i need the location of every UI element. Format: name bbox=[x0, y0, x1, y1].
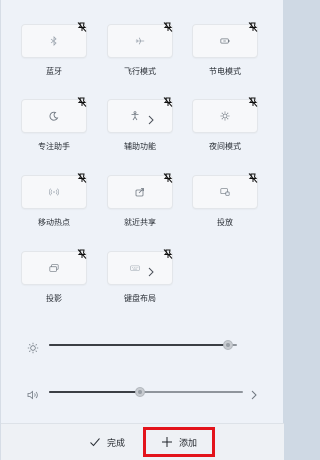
bluetooth-toggle[interactable] bbox=[21, 22, 87, 58]
brightness-slider-row bbox=[27, 336, 267, 354]
brightness-thumb[interactable] bbox=[222, 340, 233, 350]
plus-icon bbox=[161, 436, 173, 448]
chevron-right-icon[interactable] bbox=[148, 262, 158, 277]
volume-fill bbox=[49, 391, 141, 393]
tile-bluetooth: 蓝牙 bbox=[21, 22, 87, 77]
keyboard-icon bbox=[130, 263, 140, 273]
cast-icon bbox=[220, 187, 230, 197]
tile-project: 投影 bbox=[21, 249, 87, 304]
volume-slider[interactable] bbox=[49, 387, 243, 397]
airplane-mode-toggle[interactable] bbox=[107, 22, 173, 58]
brightness-icon bbox=[27, 339, 39, 354]
unpin-icon[interactable] bbox=[75, 171, 89, 185]
volume-thumb[interactable] bbox=[135, 387, 146, 397]
mobile-hotspot-toggle[interactable] bbox=[21, 173, 87, 209]
battery-saver-toggle[interactable] bbox=[192, 22, 258, 58]
done-button[interactable]: 完成 bbox=[89, 434, 125, 450]
tile-battery-saver: 节电模式 bbox=[192, 22, 258, 77]
tile-nearby-share: 就近共享 bbox=[107, 173, 173, 228]
tile-label: 节电模式 bbox=[209, 67, 241, 76]
volume-slider-row bbox=[27, 383, 267, 401]
accessibility-toggle[interactable] bbox=[107, 97, 173, 133]
nearby-share-toggle[interactable] bbox=[107, 173, 173, 209]
project-toggle[interactable] bbox=[21, 249, 87, 285]
project-icon bbox=[49, 263, 59, 273]
tile-label: 专注助手 bbox=[38, 142, 70, 151]
footer-bar: 完成 添加 bbox=[1, 423, 284, 460]
tile-label: 飞行模式 bbox=[124, 67, 156, 76]
unpin-icon[interactable] bbox=[75, 95, 89, 109]
brightness-fill bbox=[49, 344, 228, 346]
tile-cast: 投放 bbox=[192, 173, 258, 228]
keyboard-layout-toggle[interactable] bbox=[107, 249, 173, 285]
unpin-icon[interactable] bbox=[161, 95, 175, 109]
night-light-toggle[interactable] bbox=[192, 97, 258, 133]
tile-label: 移动热点 bbox=[38, 218, 70, 227]
tile-airplane-mode: 飞行模式 bbox=[107, 22, 173, 77]
add-label: 添加 bbox=[178, 438, 197, 449]
unpin-icon[interactable] bbox=[246, 95, 260, 109]
tile-label: 投影 bbox=[46, 294, 62, 303]
unpin-icon[interactable] bbox=[75, 20, 89, 34]
quick-settings-panel: 蓝牙 飞行模式 节电模式 专注助手 辅助功能 夜间模式 移动热点 就近共享 投放… bbox=[0, 0, 284, 460]
accessibility-icon bbox=[130, 111, 140, 121]
focus-assist-toggle[interactable] bbox=[21, 97, 87, 133]
chevron-right-icon[interactable] bbox=[148, 110, 158, 125]
tile-focus-assist: 专注助手 bbox=[21, 97, 87, 152]
tile-label: 夜间模式 bbox=[209, 142, 241, 151]
moon-icon bbox=[49, 111, 59, 121]
tile-night-light: 夜间模式 bbox=[192, 97, 258, 152]
tile-accessibility: 辅助功能 bbox=[107, 97, 173, 152]
unpin-icon[interactable] bbox=[161, 20, 175, 34]
bluetooth-icon bbox=[49, 36, 59, 46]
tile-mobile-hotspot: 移动热点 bbox=[21, 173, 87, 228]
airplane-icon bbox=[135, 36, 145, 46]
speaker-icon bbox=[27, 386, 39, 400]
tile-label: 投放 bbox=[217, 218, 233, 227]
chevron-right-icon[interactable] bbox=[251, 386, 259, 400]
tile-label: 辅助功能 bbox=[124, 142, 156, 151]
checkmark-icon bbox=[89, 436, 101, 448]
hotspot-icon bbox=[49, 187, 59, 197]
unpin-icon[interactable] bbox=[161, 247, 175, 261]
tile-keyboard-layout: 键盘布局 bbox=[107, 249, 173, 304]
unpin-icon[interactable] bbox=[161, 171, 175, 185]
cast-toggle[interactable] bbox=[192, 173, 258, 209]
tile-label: 蓝牙 bbox=[46, 67, 62, 76]
night-light-icon bbox=[220, 111, 230, 121]
unpin-icon[interactable] bbox=[75, 247, 89, 261]
nearby-share-icon bbox=[135, 187, 145, 197]
brightness-slider[interactable] bbox=[49, 340, 237, 350]
unpin-icon[interactable] bbox=[246, 20, 260, 34]
tile-label: 就近共享 bbox=[124, 218, 156, 227]
unpin-icon[interactable] bbox=[246, 171, 260, 185]
add-button[interactable]: 添加 bbox=[143, 427, 215, 457]
battery-saver-icon bbox=[220, 36, 230, 46]
tile-label: 键盘布局 bbox=[124, 294, 156, 303]
done-label: 完成 bbox=[107, 438, 126, 449]
